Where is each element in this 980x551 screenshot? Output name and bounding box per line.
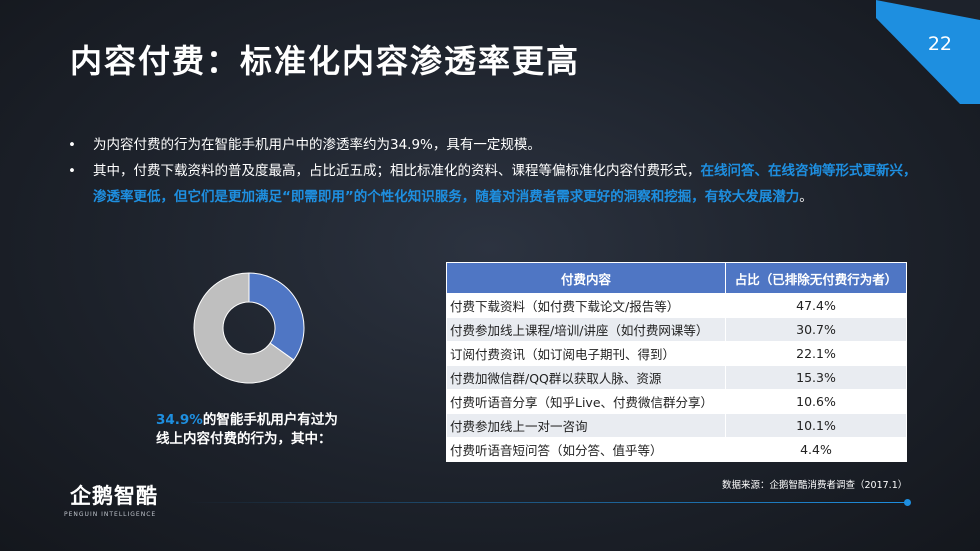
table-cell-share: 4.4% <box>725 437 907 462</box>
bullet-dot-icon: • <box>68 163 76 179</box>
table-cell-content: 付费加微信群/QQ群以获取人脉、资源 <box>446 365 726 390</box>
table-row: 订阅付费资讯（如订阅电子期刊、得到） 22.1% <box>446 341 907 366</box>
table-cell-share: 47.4% <box>725 293 907 318</box>
brand-logo: 企鹅智酷 PENGUIN INTELLIGENCE <box>60 480 180 518</box>
page-number: 22 <box>927 33 952 55</box>
caption-percent: 34.9% <box>156 412 203 428</box>
bullet-item: • 其中，付费下载资料的普及度最高，占比近五成；相比标准化的资料、课程等偏标准化内… <box>68 158 928 210</box>
table-cell-content: 付费参加线上一对一咨询 <box>446 413 726 438</box>
table-row: 付费加微信群/QQ群以获取人脉、资源 15.3% <box>446 365 907 390</box>
logo-en-text: PENGUIN INTELLIGENCE <box>64 511 157 518</box>
bullet-dot-icon: • <box>68 137 76 153</box>
bullet-text: 其中，付费下载资料的普及度最高，占比近五成；相比标准化的资料、课程等偏标准化内容… <box>93 163 701 179</box>
table-cell-share: 22.1% <box>725 341 907 366</box>
table-header-share: 占比（已排除无付费行为者） <box>725 262 907 294</box>
table-cell-content: 订阅付费资讯（如订阅电子期刊、得到） <box>446 341 726 366</box>
table-header-content: 付费内容 <box>446 262 726 294</box>
table-cell-share: 10.6% <box>725 389 907 414</box>
bullet-list: • 为内容付费的行为在智能手机用户中的渗透率约为34.9%，具有一定规模。 • 其中，… <box>68 132 928 210</box>
corner-badge: 22 <box>876 0 980 104</box>
table-cell-share: 30.7% <box>725 317 907 342</box>
caption-line1: 的智能手机用户有过为 <box>202 412 338 428</box>
chart-caption: 34.9%的智能手机用户有过为 线上内容付费的行为，其中： <box>156 411 366 449</box>
table-row: 付费听语音短问答（如分答、值乎等） 4.4% <box>446 437 907 462</box>
table-cell-content: 付费听语音短问答（如分答、值乎等） <box>446 437 726 462</box>
source-note: 数据来源：企鹅智酷消费者调查（2017.1） <box>722 480 908 491</box>
bullet-text: 。 <box>799 189 813 205</box>
table-row: 付费听语音分享（知乎Live、付费微信群分享） 10.6% <box>446 389 907 414</box>
table-row: 付费参加线上课程/培训/讲座（如付费网课等） 30.7% <box>446 317 907 342</box>
logo-cn-text: 企鹅智酷 <box>70 484 158 508</box>
bullet-item: • 为内容付费的行为在智能手机用户中的渗透率约为34.9%，具有一定规模。 <box>68 132 928 158</box>
table-cell-content: 付费参加线上课程/培训/讲座（如付费网课等） <box>446 317 726 342</box>
donut-slice-paid <box>248 272 305 361</box>
footer-divider <box>185 502 907 503</box>
data-table: 付费内容 占比（已排除无付费行为者） 付费下载资料（如付费下载论文/报告等） 47… <box>446 262 907 462</box>
table-cell-content: 付费下载资料（如付费下载论文/报告等） <box>446 293 726 318</box>
donut-chart <box>193 272 305 384</box>
table-row: 付费下载资料（如付费下载论文/报告等） 47.4% <box>446 293 907 318</box>
table-cell-share: 10.1% <box>725 413 907 438</box>
page-title: 内容付费：标准化内容渗透率更高 <box>70 42 581 80</box>
table-row: 付费参加线上一对一咨询 10.1% <box>446 413 907 438</box>
bullet-text: 为内容付费的行为在智能手机用户中的渗透率约为34.9%，具有一定规模。 <box>93 137 541 153</box>
table-cell-content: 付费听语音分享（知乎Live、付费微信群分享） <box>446 389 726 414</box>
table-header-row: 付费内容 占比（已排除无付费行为者） <box>446 262 907 294</box>
footer-dot <box>904 499 911 506</box>
table-cell-share: 15.3% <box>725 365 907 390</box>
caption-line2: 线上内容付费的行为，其中： <box>156 431 332 447</box>
